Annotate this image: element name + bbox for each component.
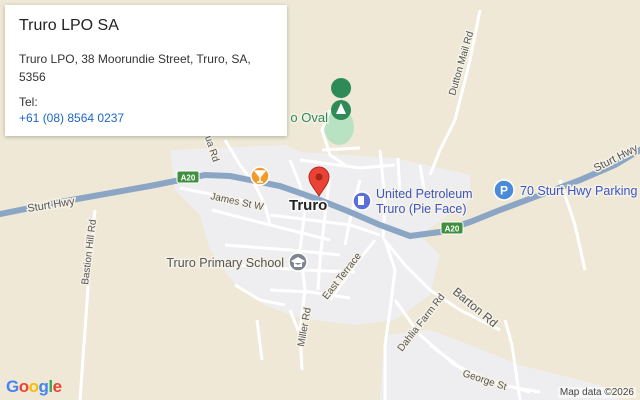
- logo-letter: o: [18, 377, 29, 396]
- card-tel-label: Tel:: [19, 95, 38, 109]
- fuel-icon: [358, 196, 364, 205]
- google-logo[interactable]: Google: [6, 377, 62, 397]
- logo-letter: e: [52, 377, 62, 396]
- svg-text:A20: A20: [445, 225, 460, 234]
- svg-text:A20: A20: [181, 174, 196, 183]
- bar-poi[interactable]: [250, 166, 270, 186]
- town-label: Truro: [289, 197, 327, 214]
- petrol-label-line2: Truro (Pie Face): [376, 202, 467, 216]
- card-address: Truro LPO, 38 Moorundie Street, Truro, S…: [19, 52, 251, 84]
- logo-letter: g: [38, 377, 49, 396]
- card-tel-link[interactable]: +61 (08) 8564 0237: [19, 110, 273, 127]
- map-attribution[interactable]: Map data ©2026: [557, 387, 636, 398]
- parking-icon: P: [500, 184, 508, 198]
- highway-shield-east: A20: [440, 221, 464, 235]
- card-title: Truro LPO SA: [19, 17, 119, 34]
- school-label: Truro Primary School: [166, 256, 284, 270]
- petrol-label-line1: United Petroleum: [376, 187, 473, 201]
- oval-label: o Oval: [290, 110, 328, 125]
- logo-letter: o: [28, 377, 39, 396]
- logo-letter: G: [6, 377, 19, 396]
- info-card: Truro LPO SA Truro LPO, 38 Moorundie Str…: [5, 5, 287, 136]
- highway-shield-west: A20: [176, 170, 200, 184]
- parking-label: 70 Sturt Hwy Parking: [520, 184, 637, 198]
